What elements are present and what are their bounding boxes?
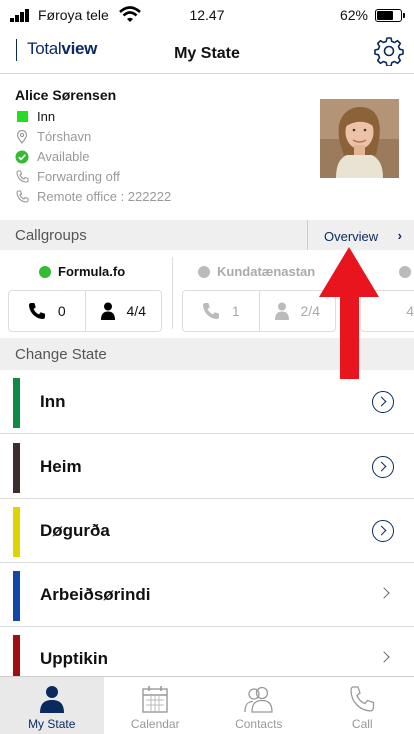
gear-icon[interactable] xyxy=(374,36,404,66)
app-header: Totalview My State xyxy=(0,30,414,74)
phone-icon xyxy=(202,303,219,319)
page-title: My State xyxy=(174,45,240,62)
check-circle-icon xyxy=(15,150,29,164)
status-dot xyxy=(399,266,411,278)
person-icon xyxy=(100,302,115,320)
location-pin-icon xyxy=(15,129,29,144)
availability-label: Available xyxy=(37,149,90,164)
profile-card: Alice Sørensen Inn Tórshavn Available Fo… xyxy=(0,75,414,220)
current-state: Inn xyxy=(15,109,55,124)
battery-icon xyxy=(375,9,405,22)
tab-label: Call xyxy=(351,717,373,731)
agents-counter: 4/4 xyxy=(84,291,162,331)
avatar xyxy=(320,99,399,178)
chevron-right-icon: › xyxy=(397,228,402,243)
phone-icon xyxy=(350,686,375,712)
callgroup-counters: 0 4/4 xyxy=(8,290,162,332)
state-label: Døgurða xyxy=(40,521,110,540)
location-label: Tórshavn xyxy=(37,129,92,144)
callgroup-counters: 1 2/4 xyxy=(182,290,336,332)
tab-bar: My State Calendar Contacts Call xyxy=(0,676,414,734)
status-dot xyxy=(39,265,51,278)
state-label: Inn xyxy=(40,392,66,411)
state-color-indicator xyxy=(16,111,28,122)
phone-outline-icon xyxy=(15,170,29,184)
state-list: Inn Heim Døgurða Arbeiðsørindi Upptikin xyxy=(0,370,414,676)
status-bar: Føroya tele 12.47 62% xyxy=(0,0,414,30)
state-item-dogurda[interactable]: Døgurða xyxy=(0,499,414,563)
state-label: Heim xyxy=(40,457,82,476)
user-name: Alice Sørensen xyxy=(15,87,117,103)
callgroups-title: Callgroups xyxy=(15,227,87,244)
annotation-arrow-icon xyxy=(319,247,379,379)
callgroup-name: Formula.fo xyxy=(39,264,125,279)
calls-counter: 0 xyxy=(9,291,85,331)
tab-calendar[interactable]: Calendar xyxy=(104,677,208,734)
state-color-bar xyxy=(13,571,20,621)
state-item-heim[interactable]: Heim xyxy=(0,435,414,499)
location-row: Tórshavn xyxy=(15,129,91,144)
contacts-icon xyxy=(244,686,273,713)
state-item-upptikin[interactable]: Upptikin xyxy=(0,627,414,676)
chevron-circle-icon[interactable] xyxy=(372,520,394,542)
forwarding-label: Forwarding off xyxy=(37,169,120,184)
overview-label: Overview xyxy=(324,229,379,244)
tab-label: Contacts xyxy=(235,717,283,731)
state-label: Arbeiðsørindi xyxy=(40,585,151,604)
chevron-circle-icon[interactable] xyxy=(372,391,394,413)
state-item-arbeidsorindi[interactable]: Arbeiðsørindi xyxy=(0,563,414,627)
remote-office-row: Remote office : 222222 xyxy=(15,189,171,204)
state-color-bar xyxy=(13,443,20,493)
state-color-bar xyxy=(13,507,20,557)
callgroup-name: Kundatænastan xyxy=(198,264,315,279)
person-icon xyxy=(274,302,289,320)
change-state-title: Change State xyxy=(15,346,107,363)
tab-contacts[interactable]: Contacts xyxy=(207,677,311,734)
status-dot xyxy=(198,265,210,278)
current-state-label: Inn xyxy=(37,109,56,124)
tab-label: Calendar xyxy=(130,717,180,731)
remote-office-label: Remote office : 222222 xyxy=(37,189,172,204)
chevron-circle-icon[interactable] xyxy=(372,456,394,478)
phone-outline-icon xyxy=(15,190,29,204)
tab-my-state[interactable]: My State xyxy=(0,677,104,734)
callgroup-card[interactable]: Formula.fo 0 4/4 xyxy=(0,251,172,337)
battery-percent: 62% xyxy=(339,7,368,23)
calendar-icon xyxy=(142,686,168,713)
state-color-bar xyxy=(13,635,20,676)
person-icon xyxy=(39,686,64,713)
forwarding-row: Forwarding off xyxy=(15,169,120,184)
tab-label: My State xyxy=(28,717,76,731)
state-label: Upptikin xyxy=(40,649,108,668)
chevron-right-icon[interactable] xyxy=(378,587,390,599)
availability-row: Available xyxy=(15,149,90,164)
chevron-right-icon[interactable] xyxy=(378,651,390,663)
calls-counter: 1 xyxy=(183,291,259,331)
state-color-bar xyxy=(13,378,20,428)
tab-call[interactable]: Call xyxy=(311,677,414,734)
phone-icon xyxy=(28,303,45,319)
